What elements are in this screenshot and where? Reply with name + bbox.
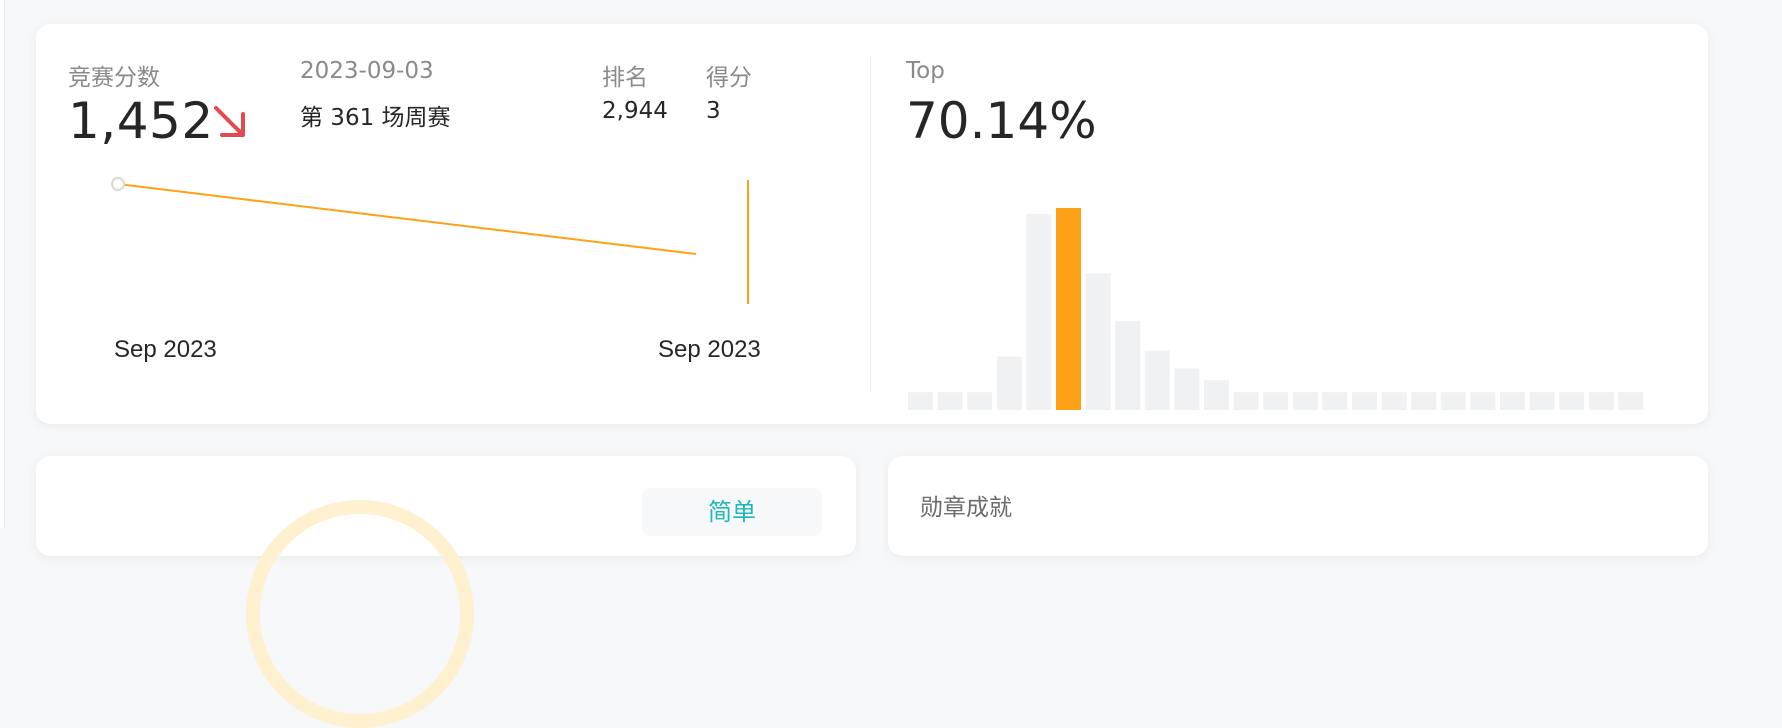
rank-label: 排名 xyxy=(602,65,648,91)
sidebar-edge xyxy=(0,0,5,528)
contest-rating-card: 竞赛分数 1,452 2023-09-03 第 361 场周赛 排名 2,944… xyxy=(36,24,1708,424)
solved-problems-card: 简单 xyxy=(36,456,856,728)
top-label: Top xyxy=(906,58,945,84)
contest-date: 2023-09-03 xyxy=(300,58,434,84)
rating-line xyxy=(117,183,697,255)
distribution-bar xyxy=(1292,392,1318,410)
distribution-bar xyxy=(937,392,963,410)
distribution-bar xyxy=(1529,392,1555,410)
distribution-bar xyxy=(1174,368,1200,410)
x-tick-label: Sep 2023 xyxy=(658,336,761,363)
rating-distribution-chart[interactable] xyxy=(908,184,1668,410)
progress-ring xyxy=(246,500,474,728)
top-percent-value: 70.14% xyxy=(906,92,1097,150)
distribution-bar xyxy=(1500,392,1525,410)
badges-card: 勋章成就 xyxy=(888,456,1708,556)
distribution-bar xyxy=(1559,392,1585,410)
distribution-bar xyxy=(1085,273,1111,410)
score-value: 3 xyxy=(706,98,721,124)
distribution-bar xyxy=(1204,380,1229,410)
contest-name[interactable]: 第 361 场周赛 xyxy=(300,98,451,132)
distribution-bar xyxy=(1440,392,1466,410)
distribution-bar xyxy=(1026,213,1052,410)
distribution-bar xyxy=(1618,392,1644,410)
score-label: 得分 xyxy=(706,65,752,91)
difficulty-easy-tag[interactable]: 简单 xyxy=(642,488,822,536)
distribution-bar xyxy=(1470,392,1496,410)
x-tick-label: Sep 2023 xyxy=(114,336,217,363)
distribution-bar xyxy=(908,392,933,410)
divider xyxy=(870,56,871,392)
distribution-bar xyxy=(1144,350,1170,410)
distribution-bar xyxy=(1588,392,1614,410)
distribution-bar xyxy=(1352,392,1377,410)
distribution-bar xyxy=(1263,392,1289,410)
rating-value: 1,452 xyxy=(68,92,214,150)
distribution-bar xyxy=(996,356,1022,410)
distribution-bar xyxy=(1233,392,1259,410)
distribution-bar xyxy=(1411,392,1437,410)
badges-title: 勋章成就 xyxy=(920,495,1012,521)
distribution-bar xyxy=(1322,392,1348,410)
distribution-bar xyxy=(967,392,993,410)
rating-label: 竞赛分数 xyxy=(68,65,160,91)
distribution-bar-current xyxy=(1056,208,1081,410)
trend-down-icon xyxy=(214,106,245,137)
distribution-bar xyxy=(1115,320,1141,410)
rating-point[interactable] xyxy=(111,177,125,191)
rank-value: 2,944 xyxy=(602,98,668,124)
distribution-bar xyxy=(1381,392,1407,410)
rating-history-chart[interactable]: Sep 2023 Sep 2023 xyxy=(68,174,868,414)
